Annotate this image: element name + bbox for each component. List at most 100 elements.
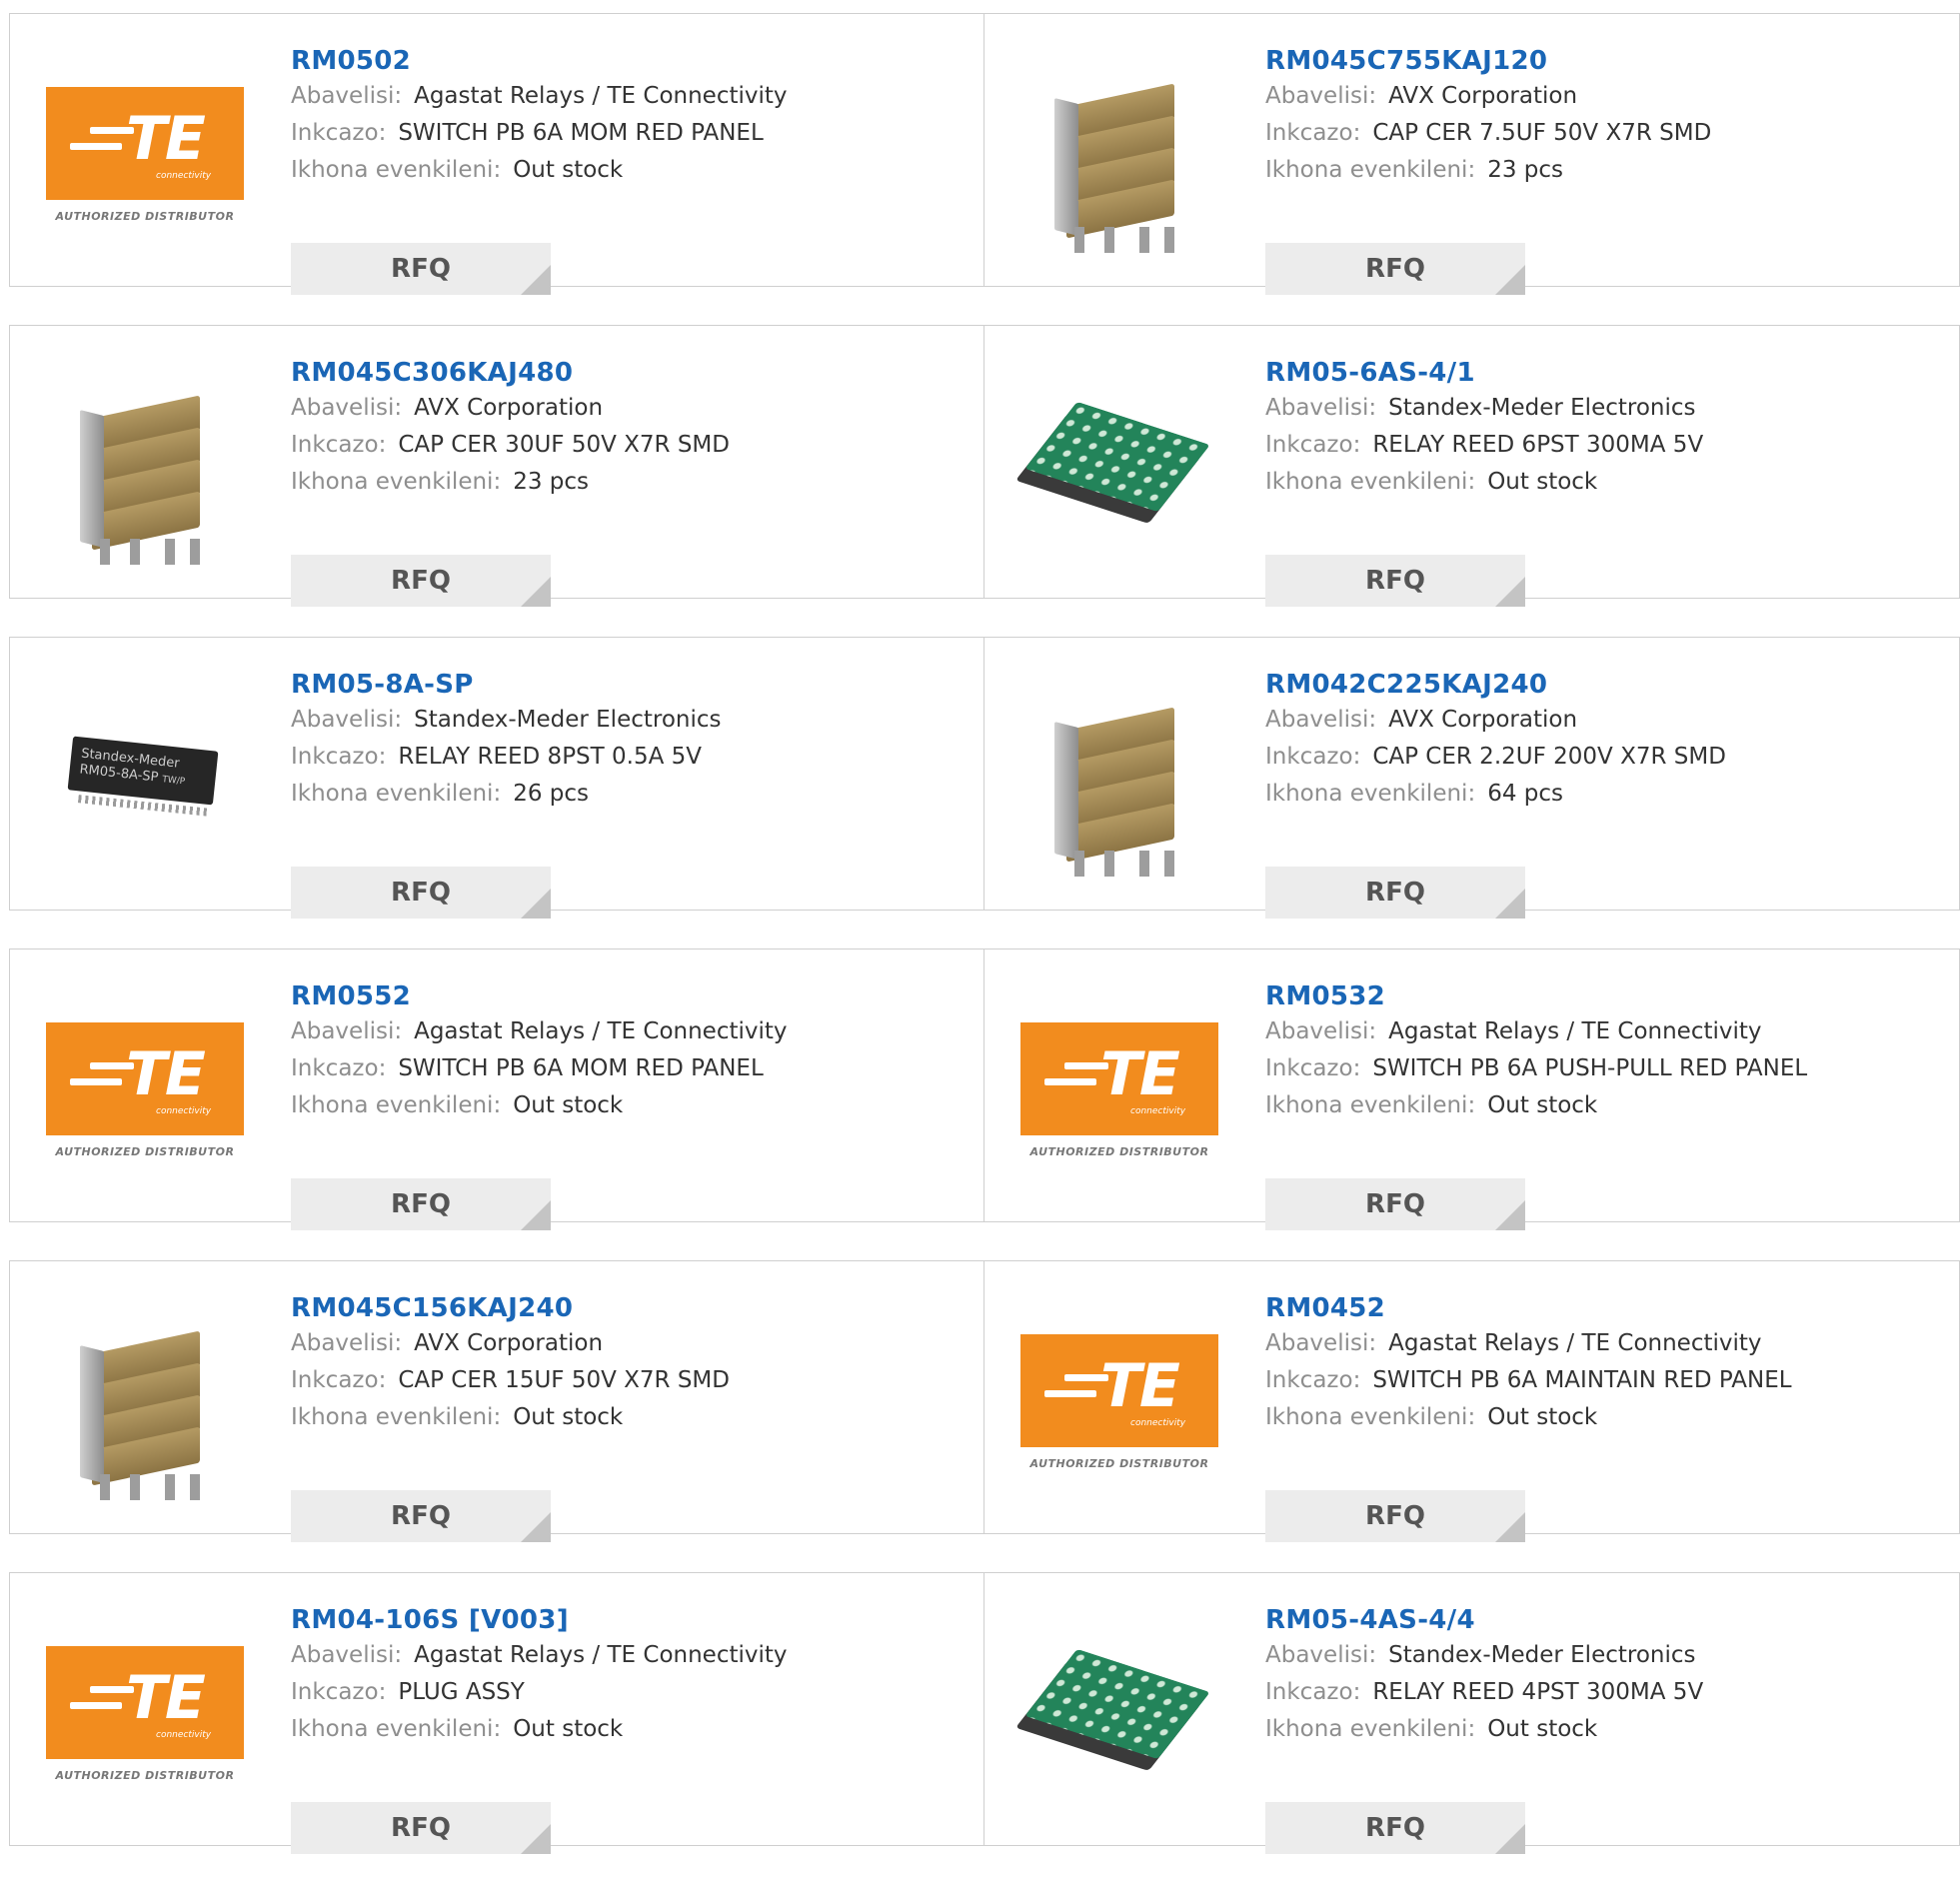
rfq-button[interactable]: RFQ bbox=[291, 1802, 551, 1854]
product-row: RM045C306KAJ480 Abavelisi: AVX Corporatio… bbox=[9, 325, 1960, 607]
rfq-button[interactable]: RFQ bbox=[291, 1490, 551, 1542]
rfq-button[interactable]: RFQ bbox=[291, 867, 551, 919]
rfq-label: RFQ bbox=[1365, 1501, 1425, 1531]
description-label: Inkcazo: bbox=[291, 744, 387, 770]
rfq-label: RFQ bbox=[1365, 1813, 1425, 1843]
rfq-button[interactable]: RFQ bbox=[1265, 555, 1525, 607]
product-image[interactable]: TE connectivity AUTHORIZED DISTRIBUTOR bbox=[40, 985, 250, 1195]
description-value: CAP CER 15UF 50V X7R SMD bbox=[398, 1367, 730, 1393]
product-info: RM0532 Abavelisi: Agastat Relays / TE Con… bbox=[1265, 979, 1949, 1230]
product-image[interactable]: TE connectivity AUTHORIZED DISTRIBUTOR bbox=[1014, 985, 1224, 1195]
stock-row: Ikhona evenkileni: Out stock bbox=[1265, 1711, 1949, 1748]
description-value: SWITCH PB 6A MOM RED PANEL bbox=[398, 120, 764, 146]
manufacturer-row: Abavelisi: Standex-Meder Electronics bbox=[291, 702, 974, 739]
stock-label: Ikhona evenkileni: bbox=[1265, 157, 1476, 183]
description-row: Inkcazo: PLUG ASSY bbox=[291, 1674, 974, 1711]
product-image[interactable]: TE connectivity AUTHORIZED DISTRIBUTOR bbox=[1014, 1297, 1224, 1507]
product-image[interactable] bbox=[1014, 50, 1224, 260]
part-number-link[interactable]: RM05-4AS-4/4 bbox=[1265, 1603, 1475, 1637]
manufacturer-row: Abavelisi: Agastat Relays / TE Connectivi… bbox=[1265, 1013, 1949, 1050]
part-number-link[interactable]: RM05-6AS-4/1 bbox=[1265, 356, 1475, 390]
capacitor-stack-image bbox=[1044, 679, 1194, 879]
description-label: Inkcazo: bbox=[291, 1055, 387, 1081]
product-card: RM05-4AS-4/4 Abavelisi: Standex-Meder Ele… bbox=[983, 1572, 1960, 1854]
corner-triangle-icon bbox=[521, 577, 551, 607]
product-info: RM04-106S [V003] Abavelisi: Agastat Relay… bbox=[291, 1603, 974, 1854]
product-image[interactable]: TE connectivity AUTHORIZED DISTRIBUTOR bbox=[40, 1609, 250, 1819]
manufacturer-row: Abavelisi: AVX Corporation bbox=[291, 1325, 974, 1362]
manufacturer-value: Agastat Relays / TE Connectivity bbox=[1388, 1330, 1762, 1356]
rfq-button[interactable]: RFQ bbox=[291, 243, 551, 295]
product-card: RM042C225KAJ240 Abavelisi: AVX Corporatio… bbox=[983, 637, 1960, 919]
description-label: Inkcazo: bbox=[1265, 1367, 1361, 1393]
part-number-link[interactable]: RM0502 bbox=[291, 44, 411, 78]
manufacturer-value: Agastat Relays / TE Connectivity bbox=[414, 1642, 788, 1668]
product-image[interactable] bbox=[40, 1297, 250, 1507]
product-image[interactable] bbox=[1014, 674, 1224, 884]
description-value: RELAY REED 6PST 300MA 5V bbox=[1372, 432, 1704, 458]
part-number-link[interactable]: RM045C306KAJ480 bbox=[291, 356, 573, 390]
rfq-button[interactable]: RFQ bbox=[291, 1178, 551, 1230]
product-image[interactable] bbox=[1014, 1609, 1224, 1819]
te-connectivity-logo: TE connectivity AUTHORIZED DISTRIBUTOR bbox=[1019, 1334, 1219, 1470]
te-connectivity-logo: TE connectivity AUTHORIZED DISTRIBUTOR bbox=[45, 87, 245, 223]
stock-row: Ikhona evenkileni: 26 pcs bbox=[291, 776, 974, 813]
product-card: RM05-6AS-4/1 Abavelisi: Standex-Meder Ele… bbox=[983, 325, 1960, 607]
manufacturer-label: Abavelisi: bbox=[291, 1018, 403, 1044]
manufacturer-value: Agastat Relays / TE Connectivity bbox=[414, 83, 788, 109]
description-row: Inkcazo: CAP CER 7.5UF 50V X7R SMD bbox=[1265, 115, 1949, 152]
manufacturer-value: AVX Corporation bbox=[414, 1330, 604, 1356]
part-number-link[interactable]: RM0552 bbox=[291, 979, 411, 1013]
description-row: Inkcazo: CAP CER 15UF 50V X7R SMD bbox=[291, 1362, 974, 1399]
product-image[interactable]: TE connectivity AUTHORIZED DISTRIBUTOR bbox=[40, 50, 250, 260]
part-number-link[interactable]: RM04-106S [V003] bbox=[291, 1603, 569, 1637]
product-card: RM045C156KAJ240 Abavelisi: AVX Corporatio… bbox=[9, 1260, 984, 1542]
description-label: Inkcazo: bbox=[291, 1679, 387, 1705]
product-card: TE connectivity AUTHORIZED DISTRIBUTOR RM0… bbox=[9, 1572, 984, 1854]
description-label: Inkcazo: bbox=[1265, 120, 1361, 146]
description-row: Inkcazo: SWITCH PB 6A MOM RED PANEL bbox=[291, 1050, 974, 1087]
manufacturer-row: Abavelisi: AVX Corporation bbox=[1265, 78, 1949, 115]
capacitor-stack-image bbox=[70, 367, 220, 567]
product-image[interactable] bbox=[40, 362, 250, 572]
part-number-link[interactable]: RM042C225KAJ240 bbox=[1265, 668, 1547, 702]
description-value: SWITCH PB 6A MAINTAIN RED PANEL bbox=[1372, 1367, 1792, 1393]
manufacturer-label: Abavelisi: bbox=[1265, 1330, 1377, 1356]
manufacturer-row: Abavelisi: AVX Corporation bbox=[1265, 702, 1949, 739]
rfq-button[interactable]: RFQ bbox=[1265, 1178, 1525, 1230]
stock-label: Ikhona evenkileni: bbox=[1265, 1092, 1476, 1118]
part-number-link[interactable]: RM045C755KAJ120 bbox=[1265, 44, 1547, 78]
description-row: Inkcazo: CAP CER 30UF 50V X7R SMD bbox=[291, 427, 974, 464]
stock-value: Out stock bbox=[513, 1716, 624, 1742]
stock-value: Out stock bbox=[1487, 1716, 1598, 1742]
manufacturer-value: Standex-Meder Electronics bbox=[414, 707, 722, 733]
stock-label: Ikhona evenkileni: bbox=[291, 157, 502, 183]
product-image[interactable] bbox=[1014, 362, 1224, 572]
product-row: TE connectivity AUTHORIZED DISTRIBUTOR RM0… bbox=[9, 948, 1960, 1230]
product-grid: TE connectivity AUTHORIZED DISTRIBUTOR RM0… bbox=[9, 13, 1960, 1884]
description-label: Inkcazo: bbox=[291, 1367, 387, 1393]
rfq-button[interactable]: RFQ bbox=[1265, 243, 1525, 295]
rfq-button[interactable]: RFQ bbox=[1265, 1490, 1525, 1542]
manufacturer-value: Standex-Meder Electronics bbox=[1388, 395, 1696, 421]
product-info: RM05-4AS-4/4 Abavelisi: Standex-Meder Ele… bbox=[1265, 1603, 1949, 1854]
stock-row: Ikhona evenkileni: 64 pcs bbox=[1265, 776, 1949, 813]
rfq-button[interactable]: RFQ bbox=[1265, 867, 1525, 919]
part-number-link[interactable]: RM0532 bbox=[1265, 979, 1385, 1013]
product-info: RM0452 Abavelisi: Agastat Relays / TE Con… bbox=[1265, 1291, 1949, 1542]
product-card: Standex-Meder RM05-8A-SP TW/P RM05-8A-SP … bbox=[9, 637, 984, 919]
part-number-link[interactable]: RM0452 bbox=[1265, 1291, 1385, 1325]
product-image[interactable]: Standex-Meder RM05-8A-SP TW/P bbox=[40, 674, 250, 884]
part-number-link[interactable]: RM05-8A-SP bbox=[291, 668, 474, 702]
stock-label: Ikhona evenkileni: bbox=[291, 469, 502, 495]
manufacturer-value: Agastat Relays / TE Connectivity bbox=[414, 1018, 788, 1044]
part-number-link[interactable]: RM045C156KAJ240 bbox=[291, 1291, 573, 1325]
rfq-button[interactable]: RFQ bbox=[291, 555, 551, 607]
product-info: RM0502 Abavelisi: Agastat Relays / TE Con… bbox=[291, 44, 974, 295]
rfq-button[interactable]: RFQ bbox=[1265, 1802, 1525, 1854]
product-row: TE connectivity AUTHORIZED DISTRIBUTOR RM0… bbox=[9, 13, 1960, 295]
reed-relay-image bbox=[1024, 1644, 1210, 1784]
product-info: RM045C156KAJ240 Abavelisi: AVX Corporatio… bbox=[291, 1291, 974, 1542]
stock-label: Ikhona evenkileni: bbox=[1265, 1404, 1476, 1430]
corner-triangle-icon bbox=[521, 889, 551, 919]
